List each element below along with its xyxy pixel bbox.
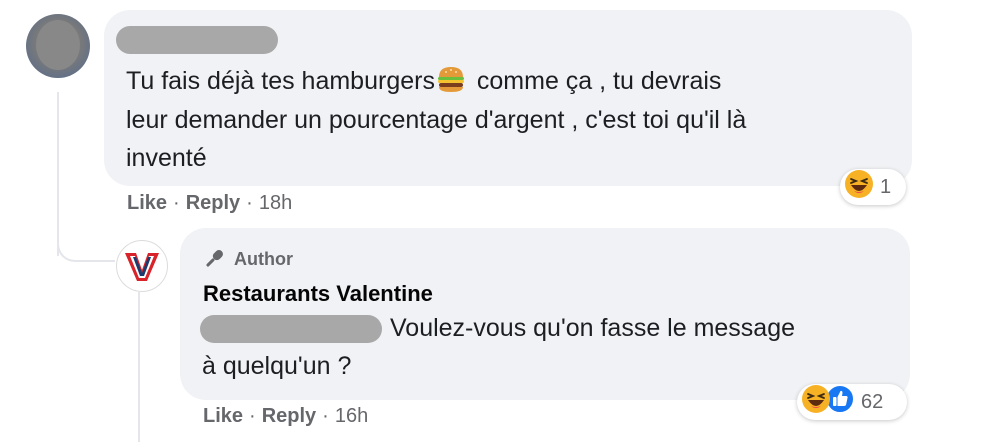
reply-actions: Like · Reply · 16h — [203, 405, 368, 428]
reply-button[interactable]: Reply — [186, 192, 240, 215]
comment-actions: Like · Reply · 18h — [127, 192, 292, 215]
redacted-commenter-name — [116, 26, 278, 54]
reaction-summary[interactable]: 62 — [797, 384, 907, 420]
comment-text-part2: comme ça , tu devrais — [469, 67, 722, 95]
page-avatar[interactable] — [116, 240, 168, 292]
separator-dot: · — [246, 192, 253, 214]
reply-text-line1: Voulez-vous qu'on fasse le message — [390, 314, 796, 342]
comment-text-line3: inventé — [126, 144, 207, 172]
author-badge: Author — [202, 246, 293, 272]
separator-dot: · — [322, 405, 329, 427]
valentine-logo-icon — [125, 253, 159, 281]
like-button[interactable]: Like — [203, 405, 243, 428]
thread-connector — [57, 226, 115, 262]
reply-text-line2: à quelqu'un ? — [202, 352, 352, 380]
reply-author-name[interactable]: Restaurants Valentine — [203, 281, 433, 307]
microphone-icon — [206, 250, 223, 267]
reply-timestamp[interactable]: 16h — [335, 405, 368, 428]
comment-text-line2: leur demander un pourcentage d'argent , … — [126, 105, 747, 134]
reaction-summary[interactable]: 1 — [840, 169, 906, 205]
hamburger-icon — [436, 65, 466, 93]
reaction-count: 62 — [861, 390, 884, 413]
like-button[interactable]: Like — [127, 192, 167, 215]
reply-thread-line — [138, 292, 140, 442]
laughing-icon — [801, 384, 831, 420]
comment-timestamp[interactable]: 18h — [259, 192, 292, 215]
redacted-mention — [200, 315, 382, 343]
comment-text: Tu fais déjà tes hamburgers comme ça , t… — [126, 62, 886, 178]
laughing-icon — [844, 169, 874, 205]
avatar-redaction — [36, 20, 80, 70]
separator-dot: · — [173, 192, 180, 214]
author-badge-label: Author — [234, 248, 293, 269]
separator-dot: · — [249, 405, 256, 427]
comment-text-part1: Tu fais déjà tes hamburgers — [126, 67, 435, 95]
commenter-avatar[interactable] — [26, 14, 90, 78]
reaction-count: 1 — [880, 175, 892, 198]
reply-button[interactable]: Reply — [262, 405, 316, 428]
